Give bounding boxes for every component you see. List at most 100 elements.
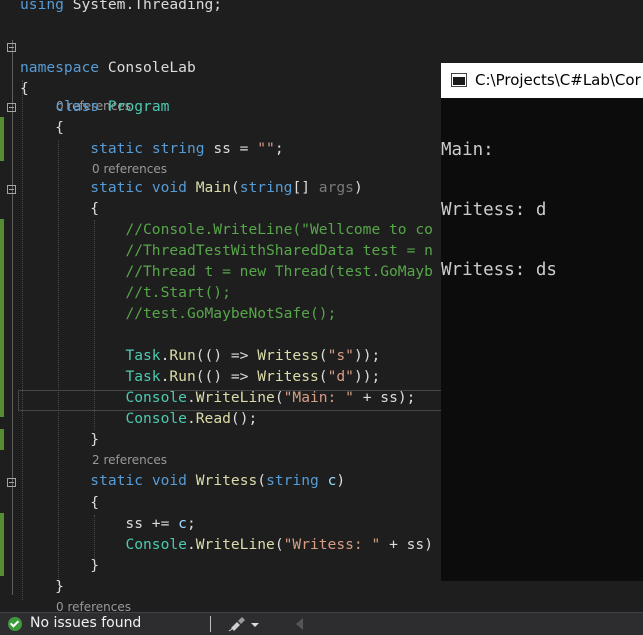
code-token: Main: [195, 179, 231, 196]
code-token: string: [266, 472, 319, 489]
code-token: string: [151, 140, 205, 157]
code-token: ();: [230, 410, 258, 427]
code-token: + ss);: [353, 389, 416, 406]
code-token: ss +=: [20, 515, 179, 532]
code-token: }: [20, 557, 100, 574]
status-bar: No issues found: [0, 612, 643, 635]
code-text: using System.Threading;: [20, 0, 222, 15]
code-token: void: [151, 179, 187, 196]
console-line: Writess: d: [441, 200, 547, 220]
code-token: (: [274, 389, 284, 406]
code-token: Writess: [257, 347, 319, 364]
code-token: "Writess: ": [283, 536, 381, 553]
code-token: {: [20, 494, 100, 511]
code-token: static: [90, 472, 144, 489]
code-token: Read: [195, 410, 231, 427]
code-token: []: [292, 179, 319, 196]
code-token: ConsoleLab: [99, 59, 196, 76]
console-line: Writess: ds: [441, 260, 557, 280]
code-token: ss =: [204, 140, 258, 157]
code-token: + ss): [380, 536, 433, 553]
console-output: Main: Writess: d Writess: ds: [441, 100, 557, 320]
code-token: (: [318, 347, 328, 364]
code-cleanup-brush-icon[interactable]: [228, 616, 248, 632]
code-token: static: [90, 140, 144, 157]
code-token: void: [151, 472, 187, 489]
code-token: //Console.WriteLine("Wellcome to co: [125, 221, 433, 238]
code-token: Console: [125, 389, 187, 406]
code-text: {: [20, 198, 99, 219]
code-token: namespace: [20, 59, 100, 76]
code-token: (: [257, 472, 267, 489]
code-token: Writess: [195, 472, 258, 489]
code-token: Writess: [257, 368, 319, 385]
code-text: //t.Start();: [20, 282, 230, 303]
code-token: ): [336, 472, 346, 489]
codelens-references[interactable]: 0 references: [92, 161, 167, 178]
code-token: using: [20, 0, 64, 13]
codelens-references[interactable]: 0 references: [56, 599, 131, 612]
code-token: "d": [327, 368, 354, 385]
code-token: args: [318, 179, 354, 196]
code-text: Task.Run(() => Writess("s"));: [20, 345, 380, 366]
issues-status[interactable]: No issues found: [30, 615, 141, 631]
code-token: "Main: ": [283, 389, 354, 406]
code-text: ss += c;: [20, 513, 196, 534]
console-title-bar[interactable]: C:\Projects\C#Lab\Cor: [441, 63, 643, 98]
code-token: (: [318, 368, 328, 385]
code-text: Console.WriteLine("Main: " + ss);: [20, 387, 415, 408]
code-token: System.Threading;: [63, 0, 223, 13]
console-title: C:\Projects\C#Lab\Cor: [475, 71, 641, 89]
code-text: namespace ConsoleLab: [20, 57, 196, 78]
code-token: {: [20, 200, 100, 217]
code-token: (: [230, 179, 240, 196]
code-token: {: [20, 119, 64, 136]
code-token: ): [353, 179, 363, 196]
code-token: ;: [274, 140, 284, 157]
code-token: }: [20, 431, 100, 448]
chevron-down-icon[interactable]: [251, 623, 259, 627]
navigate-back-icon[interactable]: [296, 618, 303, 630]
code-token: ));: [353, 347, 381, 364]
code-token: //ThreadTestWithSharedData test = n: [125, 242, 433, 259]
console-line: Main:: [441, 140, 494, 160]
code-text: {: [20, 492, 99, 513]
code-text: //Thread t = new Thread(test.GoMayb: [20, 261, 433, 282]
code-token: static: [90, 179, 144, 196]
code-token: "s": [327, 347, 354, 364]
console-window[interactable]: C:\Projects\C#Lab\Cor Main: Writess: d W…: [441, 63, 643, 581]
code-token: ));: [353, 368, 381, 385]
code-token: WriteLine: [195, 536, 275, 553]
code-text: }: [20, 429, 99, 450]
codelens-references[interactable]: 2 references: [92, 452, 167, 469]
code-token: .: [186, 410, 196, 427]
code-token: (() =>: [195, 347, 258, 364]
code-text: //ThreadTestWithSharedData test = n: [20, 240, 433, 261]
code-text: class Program: [20, 96, 169, 117]
code-text: }: [20, 576, 64, 597]
code-token: Run: [169, 347, 196, 364]
code-token: Program: [107, 98, 170, 115]
code-text: static void Writess(string c): [20, 470, 345, 491]
code-token: ;: [186, 515, 196, 532]
code-token: Console: [125, 536, 187, 553]
status-divider: [210, 616, 211, 632]
code-text: Task.Run(() => Writess("d"));: [20, 366, 380, 387]
code-token: (() =>: [195, 368, 258, 385]
